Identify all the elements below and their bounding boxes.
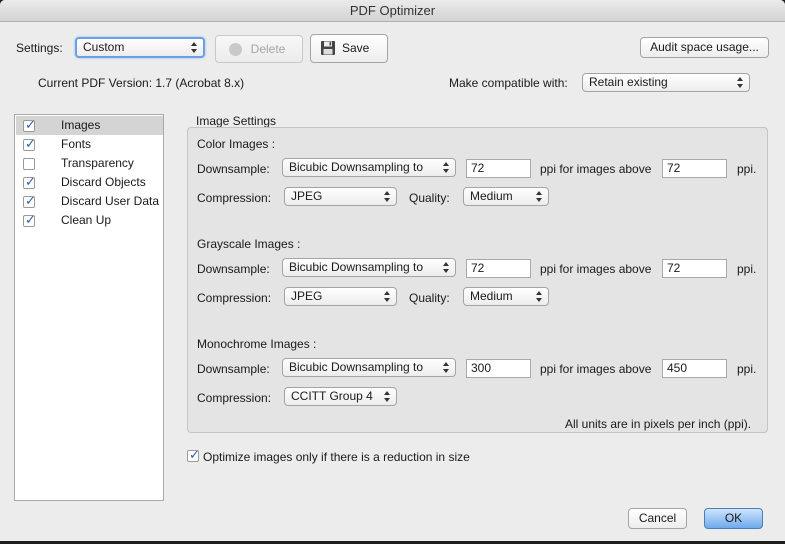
monochrome-compression-label: Compression:	[197, 391, 272, 405]
image-settings-title: Image Settings	[196, 114, 277, 128]
optimize-checkbox[interactable]: ✓	[187, 447, 200, 462]
grayscale-above-label: ppi for images above	[540, 262, 652, 276]
compat-select[interactable]: Retain existing	[582, 73, 750, 92]
cancel-button[interactable]: Cancel	[628, 508, 687, 529]
monochrome-downsample-value: Bicubic Downsampling to	[289, 360, 424, 374]
chevron-updown-icon	[536, 190, 543, 203]
grayscale-compression-value: JPEG	[291, 289, 323, 303]
monochrome-images-heading: Monochrome Images :	[197, 337, 317, 351]
sidebar-item-transparency[interactable]: Transparency	[16, 154, 163, 173]
sidebar-item-images[interactable]: ✓ Images	[16, 116, 163, 135]
chevron-updown-icon	[443, 361, 450, 374]
grayscale-ppi-field[interactable]: 72	[466, 259, 531, 278]
monochrome-downsample-label: Downsample:	[197, 362, 270, 376]
monochrome-above-label: ppi for images above	[540, 362, 652, 376]
color-compression-label: Compression:	[197, 191, 272, 205]
pdf-optimizer-dialog: PDF Optimizer Settings: Custom Delete Sa…	[0, 0, 785, 541]
sidebar-item-label: Images	[61, 118, 101, 132]
chevron-updown-icon	[384, 290, 391, 303]
discard-objects-checkbox[interactable]: ✓	[23, 174, 36, 189]
color-downsample-value: Bicubic Downsampling to	[289, 160, 424, 174]
grayscale-quality-value: Medium	[470, 289, 513, 303]
color-images-heading: Color Images :	[197, 137, 276, 151]
clean-up-checkbox[interactable]: ✓	[23, 212, 36, 227]
monochrome-compression-select[interactable]: CCITT Group 4	[284, 387, 397, 406]
sidebar-item-label: Discard Objects	[61, 175, 146, 189]
monochrome-above-ppi-field[interactable]: 450	[662, 359, 727, 378]
color-above-ppi-field[interactable]: 72	[662, 159, 727, 178]
window-title: PDF Optimizer	[0, 0, 785, 22]
discard-user-data-checkbox[interactable]: ✓	[23, 193, 36, 208]
grayscale-ppi-suffix: ppi.	[737, 262, 757, 276]
audit-space-usage-button[interactable]: Audit space usage...	[640, 37, 769, 58]
color-downsample-label: Downsample:	[197, 162, 270, 176]
settings-select[interactable]: Custom	[75, 37, 205, 58]
chevron-updown-icon	[384, 390, 391, 403]
color-quality-select[interactable]: Medium	[463, 187, 549, 206]
color-quality-label: Quality:	[409, 191, 450, 205]
settings-select-value: Custom	[83, 40, 125, 54]
sidebar-item-fonts[interactable]: ✓ Fonts	[16, 135, 163, 154]
compat-label: Make compatible with:	[449, 76, 568, 90]
chevron-updown-icon	[443, 261, 450, 274]
color-downsample-select[interactable]: Bicubic Downsampling to	[282, 158, 456, 177]
color-ppi-field[interactable]: 72	[466, 159, 531, 178]
delete-button[interactable]: Delete	[215, 35, 303, 63]
chevron-updown-icon	[737, 76, 744, 89]
category-list: ✓ Images ✓ Fonts Transparency ✓ Discard …	[14, 114, 164, 501]
checkmark-icon: ✓	[25, 212, 36, 227]
images-checkbox[interactable]: ✓	[23, 117, 36, 132]
grayscale-downsample-label: Downsample:	[197, 262, 270, 276]
grayscale-downsample-select[interactable]: Bicubic Downsampling to	[282, 258, 456, 277]
color-ppi-suffix: ppi.	[737, 162, 757, 176]
ok-button[interactable]: OK	[704, 508, 763, 529]
grayscale-quality-label: Quality:	[409, 291, 450, 305]
monochrome-ppi-field[interactable]: 300	[466, 359, 531, 378]
grayscale-compression-select[interactable]: JPEG	[284, 287, 397, 306]
compat-select-value: Retain existing	[589, 75, 668, 89]
monochrome-ppi-suffix: ppi.	[737, 362, 757, 376]
color-above-label: ppi for images above	[540, 162, 652, 176]
chevron-updown-icon	[443, 161, 450, 174]
checkmark-icon: ✓	[189, 447, 200, 462]
sidebar-item-discard-objects[interactable]: ✓ Discard Objects	[16, 173, 163, 192]
chevron-updown-icon	[384, 190, 391, 203]
sidebar-item-discard-user-data[interactable]: ✓ Discard User Data	[16, 192, 163, 211]
sidebar-item-clean-up[interactable]: ✓ Clean Up	[16, 211, 163, 230]
delete-circle-icon	[229, 43, 242, 56]
color-compression-value: JPEG	[291, 189, 323, 203]
grayscale-quality-select[interactable]: Medium	[463, 287, 549, 306]
optimize-label: Optimize images only if there is a reduc…	[203, 450, 470, 464]
current-pdf-version: Current PDF Version: 1.7 (Acrobat 8.x)	[38, 76, 245, 90]
checkmark-icon: ✓	[25, 136, 36, 151]
checkmark-icon: ✓	[25, 193, 36, 208]
settings-label: Settings:	[16, 41, 63, 55]
fonts-checkbox[interactable]: ✓	[23, 136, 36, 151]
units-note: All units are in pixels per inch (ppi).	[565, 417, 752, 431]
sidebar-item-label: Discard User Data	[61, 194, 160, 208]
grayscale-above-ppi-field[interactable]: 72	[662, 259, 727, 278]
grayscale-images-heading: Grayscale Images :	[197, 237, 301, 251]
checkmark-icon: ✓	[25, 174, 36, 189]
sidebar-item-label: Transparency	[61, 156, 134, 170]
grayscale-downsample-value: Bicubic Downsampling to	[289, 260, 424, 274]
save-button-label: Save	[342, 41, 370, 55]
color-compression-select[interactable]: JPEG	[284, 187, 397, 206]
checkmark-icon: ✓	[25, 117, 36, 132]
chevron-updown-icon	[191, 41, 198, 54]
color-quality-value: Medium	[470, 189, 513, 203]
delete-button-label: Delete	[250, 42, 286, 56]
monochrome-downsample-select[interactable]: Bicubic Downsampling to	[282, 358, 456, 377]
chevron-updown-icon	[536, 290, 543, 303]
grayscale-compression-label: Compression:	[197, 291, 272, 305]
save-button[interactable]: Save	[310, 34, 388, 63]
sidebar-item-label: Fonts	[61, 137, 92, 151]
transparency-checkbox[interactable]	[23, 158, 35, 170]
floppy-disk-icon	[321, 41, 335, 55]
monochrome-compression-value: CCITT Group 4	[291, 389, 373, 403]
sidebar-item-label: Clean Up	[61, 213, 112, 227]
